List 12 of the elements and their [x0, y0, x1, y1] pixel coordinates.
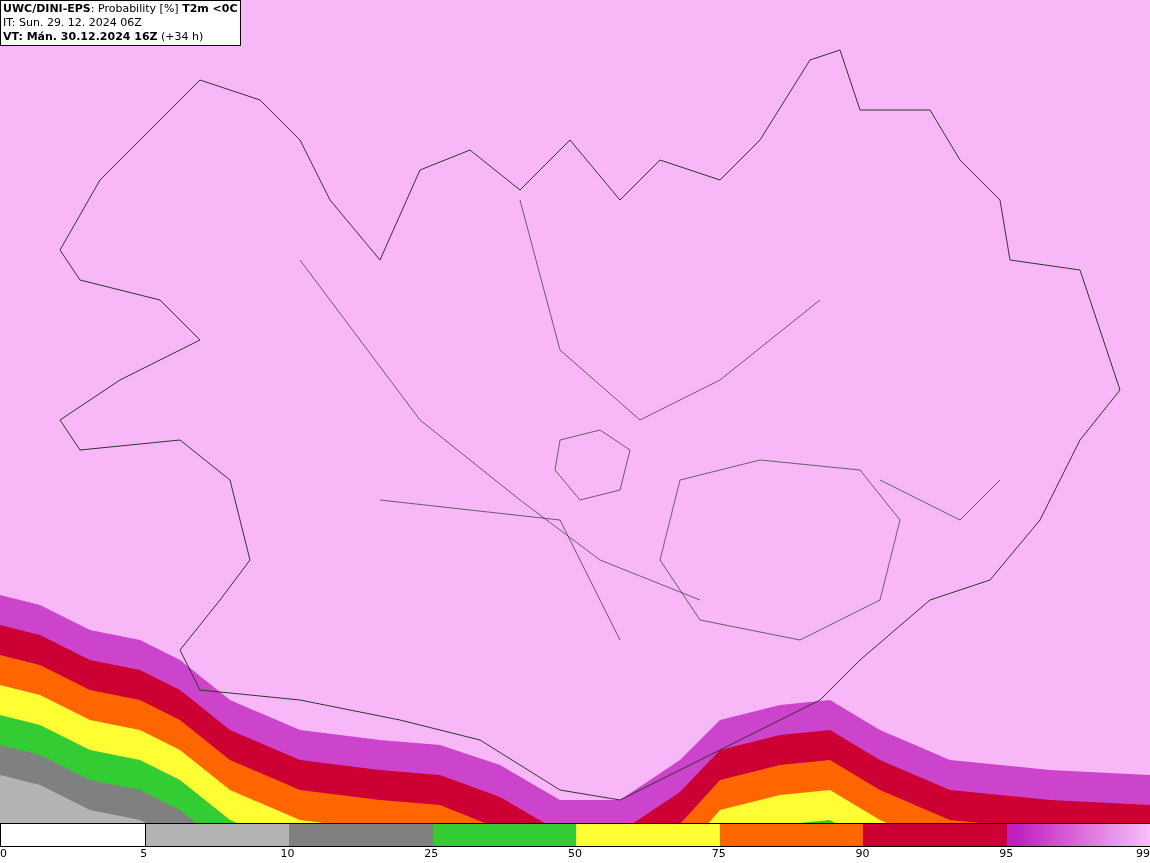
legend-label: 50 — [568, 847, 582, 862]
valid-time: VT: Mán. 30.12.2024 16Z (+34 h) — [3, 30, 205, 44]
map-title: UWC/DINI-EPS: Probability [%] T2m <0C — [3, 2, 238, 16]
issue-time: IT: Sun. 29. 12. 2024 06Z — [3, 16, 143, 30]
legend-label: 95 — [999, 847, 1014, 862]
legend-label: 99 — [1136, 847, 1150, 862]
legend-label: 10 — [280, 847, 295, 862]
legend-label: 90 — [855, 847, 870, 862]
legend-label: 75 — [711, 847, 726, 862]
legend-label: 5 — [140, 847, 148, 862]
legend-label: 0 — [0, 847, 7, 862]
legend-label: 25 — [424, 847, 439, 862]
